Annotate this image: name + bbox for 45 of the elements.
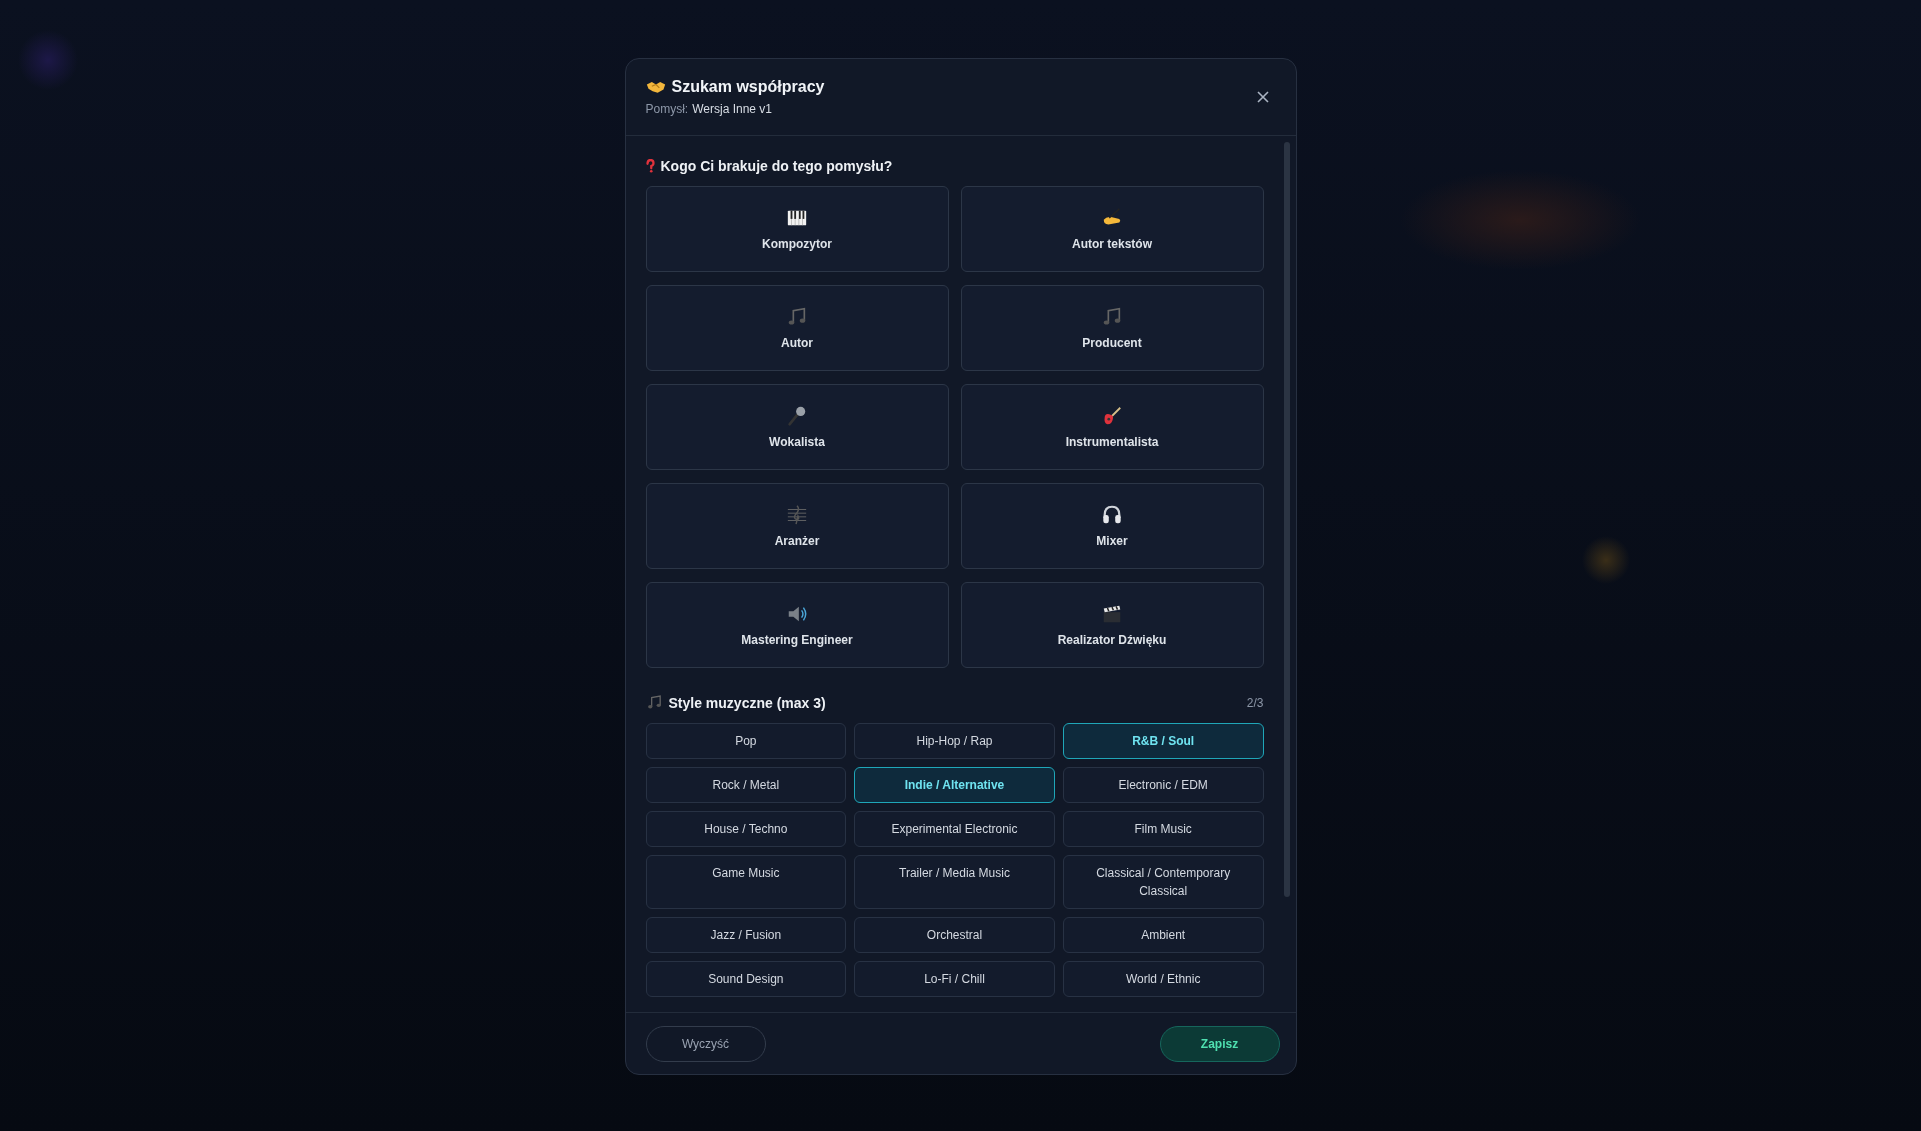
role-option[interactable]: Instrumentalista: [960, 384, 1264, 470]
role-option[interactable]: Producent: [960, 285, 1264, 371]
genre-option[interactable]: Pop: [645, 723, 847, 759]
microphone-icon: [786, 405, 808, 427]
genre-option[interactable]: Film Music: [1062, 811, 1264, 847]
genre-option[interactable]: R&B / Soul: [1062, 723, 1264, 759]
idea-name: Wersja Inne v1: [692, 102, 772, 116]
sheet-music-icon: [786, 504, 808, 526]
music-notes-icon: [1101, 306, 1123, 328]
close-icon[interactable]: [1255, 90, 1270, 104]
genre-option[interactable]: Game Music: [645, 855, 847, 909]
genre-option[interactable]: World / Ethnic: [1062, 961, 1264, 997]
genre-option[interactable]: Ambient: [1062, 917, 1264, 953]
role-option[interactable]: Autor tekstów: [960, 186, 1264, 272]
music-notes-icon: [786, 306, 808, 328]
genre-option[interactable]: Electronic / EDM: [1062, 767, 1264, 803]
role-option[interactable]: Aranżer: [645, 483, 949, 569]
subtitle-label: Pomysł:: [645, 102, 689, 116]
genre-option[interactable]: Sound Design: [645, 961, 847, 997]
genre-option[interactable]: House / Techno: [645, 811, 847, 847]
genre-option[interactable]: Trailer / Media Music: [854, 855, 1055, 909]
genre-option[interactable]: Orchestral: [854, 917, 1055, 953]
role-option[interactable]: Mixer: [960, 483, 1264, 569]
scrollbar-thumb[interactable]: [1283, 142, 1290, 897]
save-button[interactable]: Zapisz: [1159, 1025, 1280, 1062]
dialog-title: Szukam współpracy: [671, 78, 825, 96]
question-mark-icon: [645, 159, 655, 173]
role-option[interactable]: Wokalista: [645, 384, 949, 470]
genre-option[interactable]: Lo-Fi / Chill: [854, 961, 1055, 997]
section-title: Style muzyczne (max 3): [668, 694, 826, 711]
role-option[interactable]: Mastering Engineer: [645, 582, 949, 668]
genre-option[interactable]: Experimental Electronic: [854, 811, 1055, 847]
selection-count: 2/3: [1246, 695, 1264, 710]
section-title: Kogo Ci brakuje do tego pomysłu?: [660, 158, 893, 174]
genre-option[interactable]: Indie / Alternative: [854, 767, 1055, 803]
music-note-icon: [645, 694, 663, 711]
role-option[interactable]: Realizator Dźwięku: [960, 582, 1264, 668]
role-option[interactable]: Kompozytor: [645, 186, 949, 272]
role-option[interactable]: Autor: [645, 285, 949, 371]
headphones-icon: [1101, 504, 1123, 526]
clapperboard-icon: [1101, 603, 1123, 625]
genre-option[interactable]: Classical / Contemporary Classical: [1062, 855, 1264, 909]
genre-option[interactable]: Hip-Hop / Rap: [854, 723, 1055, 759]
genre-option[interactable]: Jazz / Fusion: [645, 917, 847, 953]
genre-option[interactable]: Rock / Metal: [645, 767, 847, 803]
